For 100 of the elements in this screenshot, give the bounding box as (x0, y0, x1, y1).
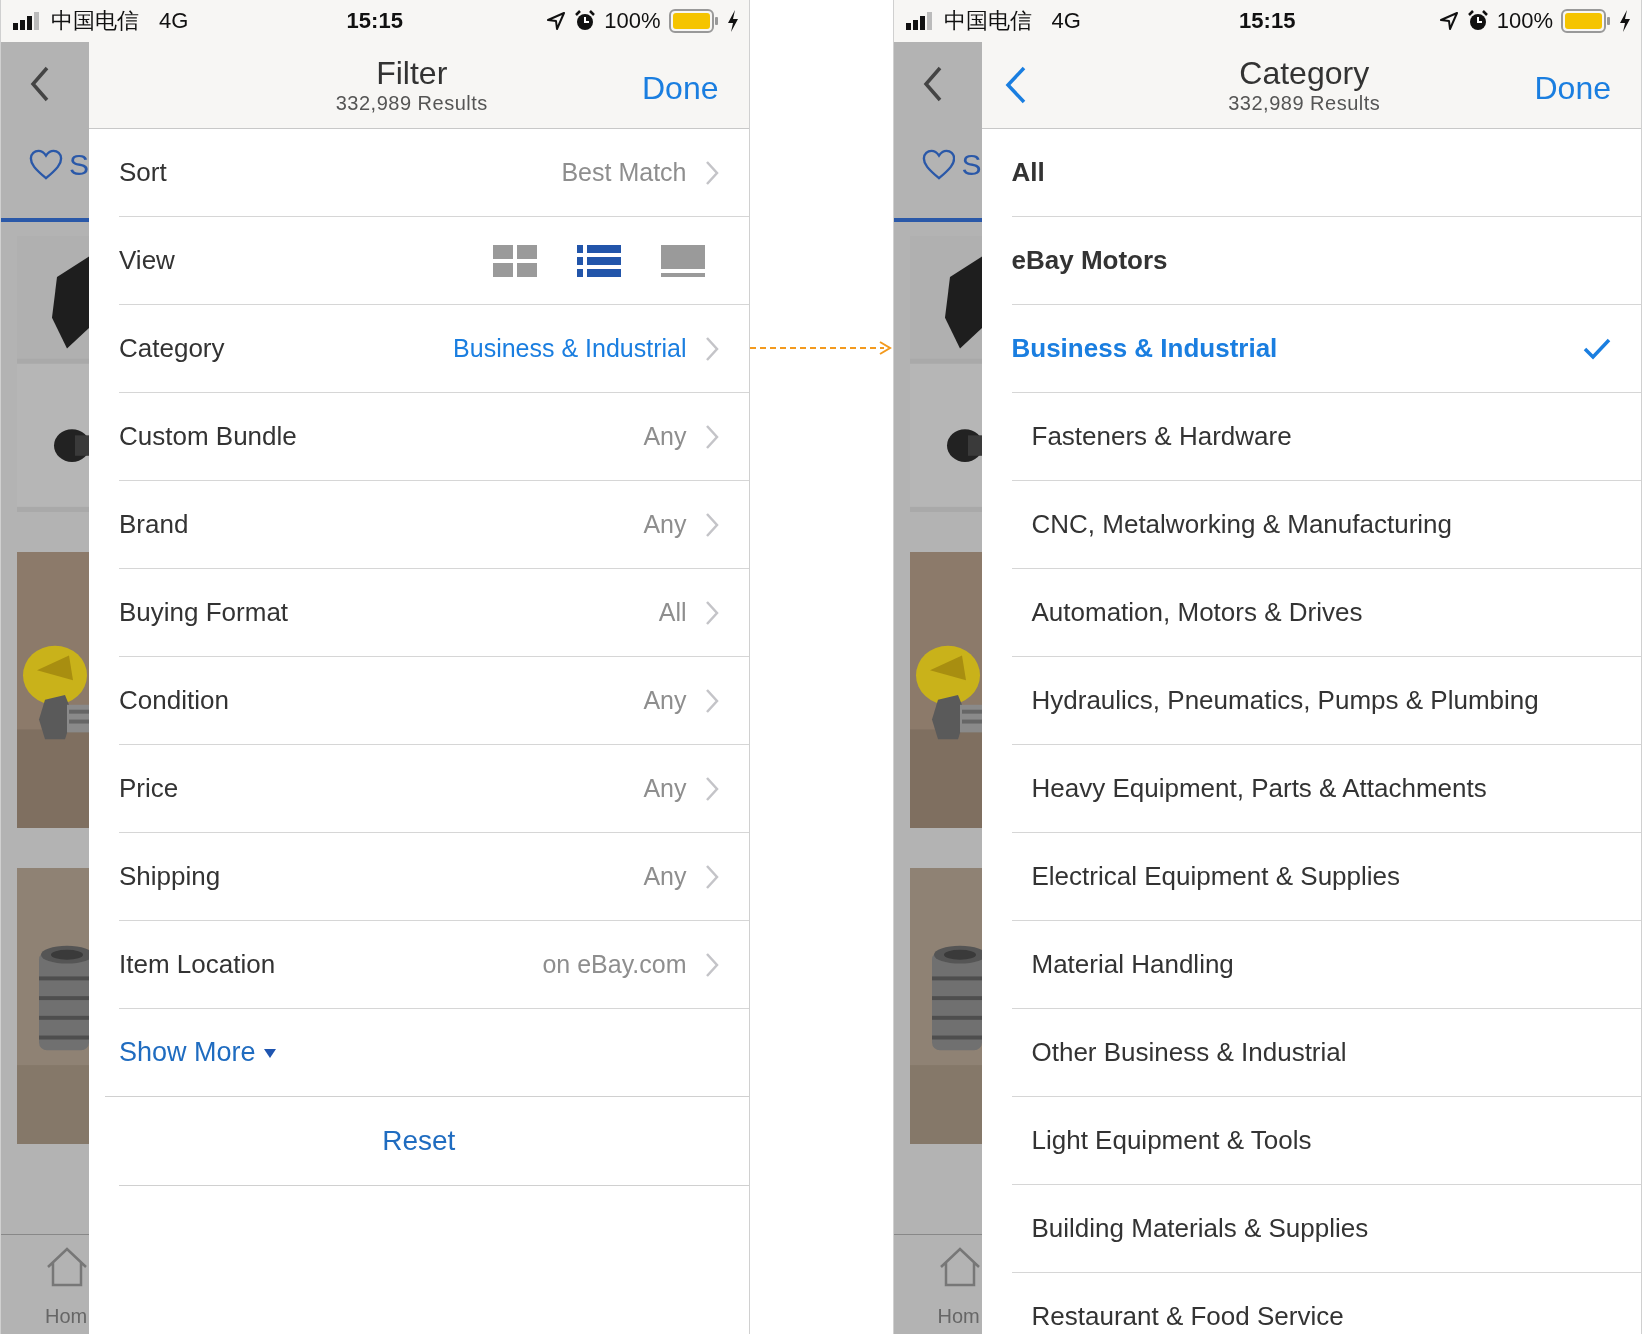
filter-value: All (658, 598, 687, 627)
category-label: Fasteners & Hardware (1031, 421, 1292, 452)
category-item[interactable]: Heavy Equipment, Parts & Attachments (1011, 745, 1641, 833)
reset-button[interactable]: Reset (376, 1124, 462, 1158)
chevron-right-icon (704, 775, 719, 802)
battery-percent: 100% (1496, 8, 1553, 34)
category-item[interactable]: Electrical Equipment & Supplies (1011, 833, 1641, 921)
clock-time: 15:15 (346, 8, 403, 33)
filter-label: View (119, 245, 175, 276)
back-chevron-icon (29, 66, 51, 102)
heart-icon (921, 149, 956, 181)
checkmark-icon (1583, 337, 1611, 360)
filter-row[interactable]: Shipping Any (119, 833, 749, 921)
tab-bar-label: Hom (937, 1305, 980, 1328)
filter-label: Brand (119, 509, 189, 540)
filter-value: Any (643, 774, 687, 803)
category-label: Automation, Motors & Drives (1031, 597, 1363, 628)
category-label: Electrical Equipment & Supplies (1031, 861, 1401, 892)
category-label: Material Handling (1031, 949, 1234, 980)
battery-icon (1561, 9, 1611, 33)
tab-label: S (961, 148, 982, 182)
sheet-title: Filter (376, 55, 448, 92)
chevron-right-icon (704, 423, 719, 450)
filter-row[interactable]: Brand Any (119, 481, 749, 569)
home-icon (45, 1247, 89, 1287)
filter-row[interactable]: Item Location on eBay.com (119, 921, 749, 1009)
filter-label: Price (119, 773, 179, 804)
chevron-right-icon (704, 511, 719, 538)
category-item[interactable]: All (1011, 129, 1641, 217)
filter-label: Category (119, 333, 225, 364)
category-item[interactable]: eBay Motors (1011, 217, 1641, 305)
category-item[interactable]: Other Business & Industrial (1011, 1009, 1641, 1097)
filter-label: Custom Bundle (119, 421, 297, 452)
filter-value: Best Match (561, 158, 687, 187)
category-label: Restaurant & Food Service (1031, 1301, 1344, 1332)
category-item[interactable]: Hydraulics, Pneumatics, Pumps & Plumbing (1011, 657, 1641, 745)
filter-label: Sort (119, 157, 167, 188)
category-item[interactable]: Business & Industrial (1011, 305, 1641, 393)
results-count: 332,989 Results (335, 92, 488, 115)
filter-value: Business & Industrial (453, 334, 687, 363)
category-item[interactable]: Light Equipment & Tools (1011, 1097, 1641, 1185)
tab-label: S (69, 148, 89, 182)
alarm-clock-icon (1466, 10, 1489, 32)
sheet-title: Category (1239, 55, 1370, 92)
category-label: Business & Industrial (1011, 333, 1278, 364)
network-label: 4G (1051, 8, 1081, 34)
category-item[interactable]: Fasteners & Hardware (1011, 393, 1641, 481)
category-label: Heavy Equipment, Parts & Attachments (1031, 773, 1487, 804)
done-button[interactable]: Done (642, 69, 719, 107)
filter-row[interactable]: Sort Best Match (119, 129, 749, 217)
done-button[interactable]: Done (1534, 69, 1611, 107)
location-arrow-icon (1438, 11, 1459, 31)
carrier-label: 中国电信 (943, 7, 1032, 35)
category-label: Other Business & Industrial (1031, 1037, 1347, 1068)
caret-down-icon (263, 1047, 276, 1058)
battery-icon (668, 9, 719, 33)
heart-icon (29, 149, 63, 181)
category-label: All (1011, 157, 1045, 188)
chevron-right-icon (704, 951, 719, 978)
filter-label: Item Location (119, 949, 276, 980)
list-view-icon[interactable] (576, 244, 621, 277)
grid-view-icon[interactable] (492, 244, 537, 277)
network-label: 4G (159, 8, 189, 34)
filter-row[interactable]: Buying Format All (119, 569, 749, 657)
filter-row[interactable]: Custom Bundle Any (119, 393, 749, 481)
category-item[interactable]: Building Materials & Supplies (1011, 1185, 1641, 1273)
battery-percent: 100% (604, 8, 661, 34)
chevron-right-icon (704, 335, 719, 362)
category-item[interactable]: Material Handling (1011, 921, 1641, 1009)
charging-bolt-icon (1619, 10, 1631, 32)
category-item[interactable]: Restaurant & Food Service (1011, 1273, 1641, 1334)
back-chevron-icon (921, 66, 944, 102)
gallery-view-icon[interactable] (660, 244, 705, 277)
location-arrow-icon (546, 11, 567, 31)
chevron-right-icon (704, 863, 719, 890)
filter-label: Buying Format (119, 597, 289, 628)
filter-value: Any (643, 686, 687, 715)
show-more-link[interactable]: Show More (119, 1037, 276, 1068)
filter-value: Any (643, 422, 687, 451)
filter-value: Any (643, 510, 687, 539)
carrier-label: 中国电信 (51, 7, 139, 35)
chevron-right-icon (704, 687, 719, 714)
category-label: CNC, Metalworking & Manufacturing (1031, 509, 1452, 540)
filter-row[interactable]: Price Any (119, 745, 749, 833)
filter-label: Condition (119, 685, 229, 716)
filter-value: Any (643, 862, 687, 891)
category-label: Hydraulics, Pneumatics, Pumps & Plumbing (1031, 685, 1539, 716)
tab-bar-label: Hom (45, 1305, 88, 1328)
category-item[interactable]: CNC, Metalworking & Manufacturing (1011, 481, 1641, 569)
filter-row[interactable]: Category Business & Industrial (119, 305, 749, 393)
filter-value: on eBay.com (542, 950, 687, 979)
category-item[interactable]: Automation, Motors & Drives (1011, 569, 1641, 657)
charging-bolt-icon (726, 10, 739, 32)
category-label: Light Equipment & Tools (1031, 1125, 1312, 1156)
alarm-clock-icon (574, 10, 597, 32)
filter-row[interactable]: Condition Any (119, 657, 749, 745)
category-label: Building Materials & Supplies (1031, 1213, 1369, 1244)
clock-time: 15:15 (1239, 8, 1296, 33)
results-count: 332,989 Results (1228, 92, 1381, 115)
filter-label: Shipping (119, 861, 221, 892)
